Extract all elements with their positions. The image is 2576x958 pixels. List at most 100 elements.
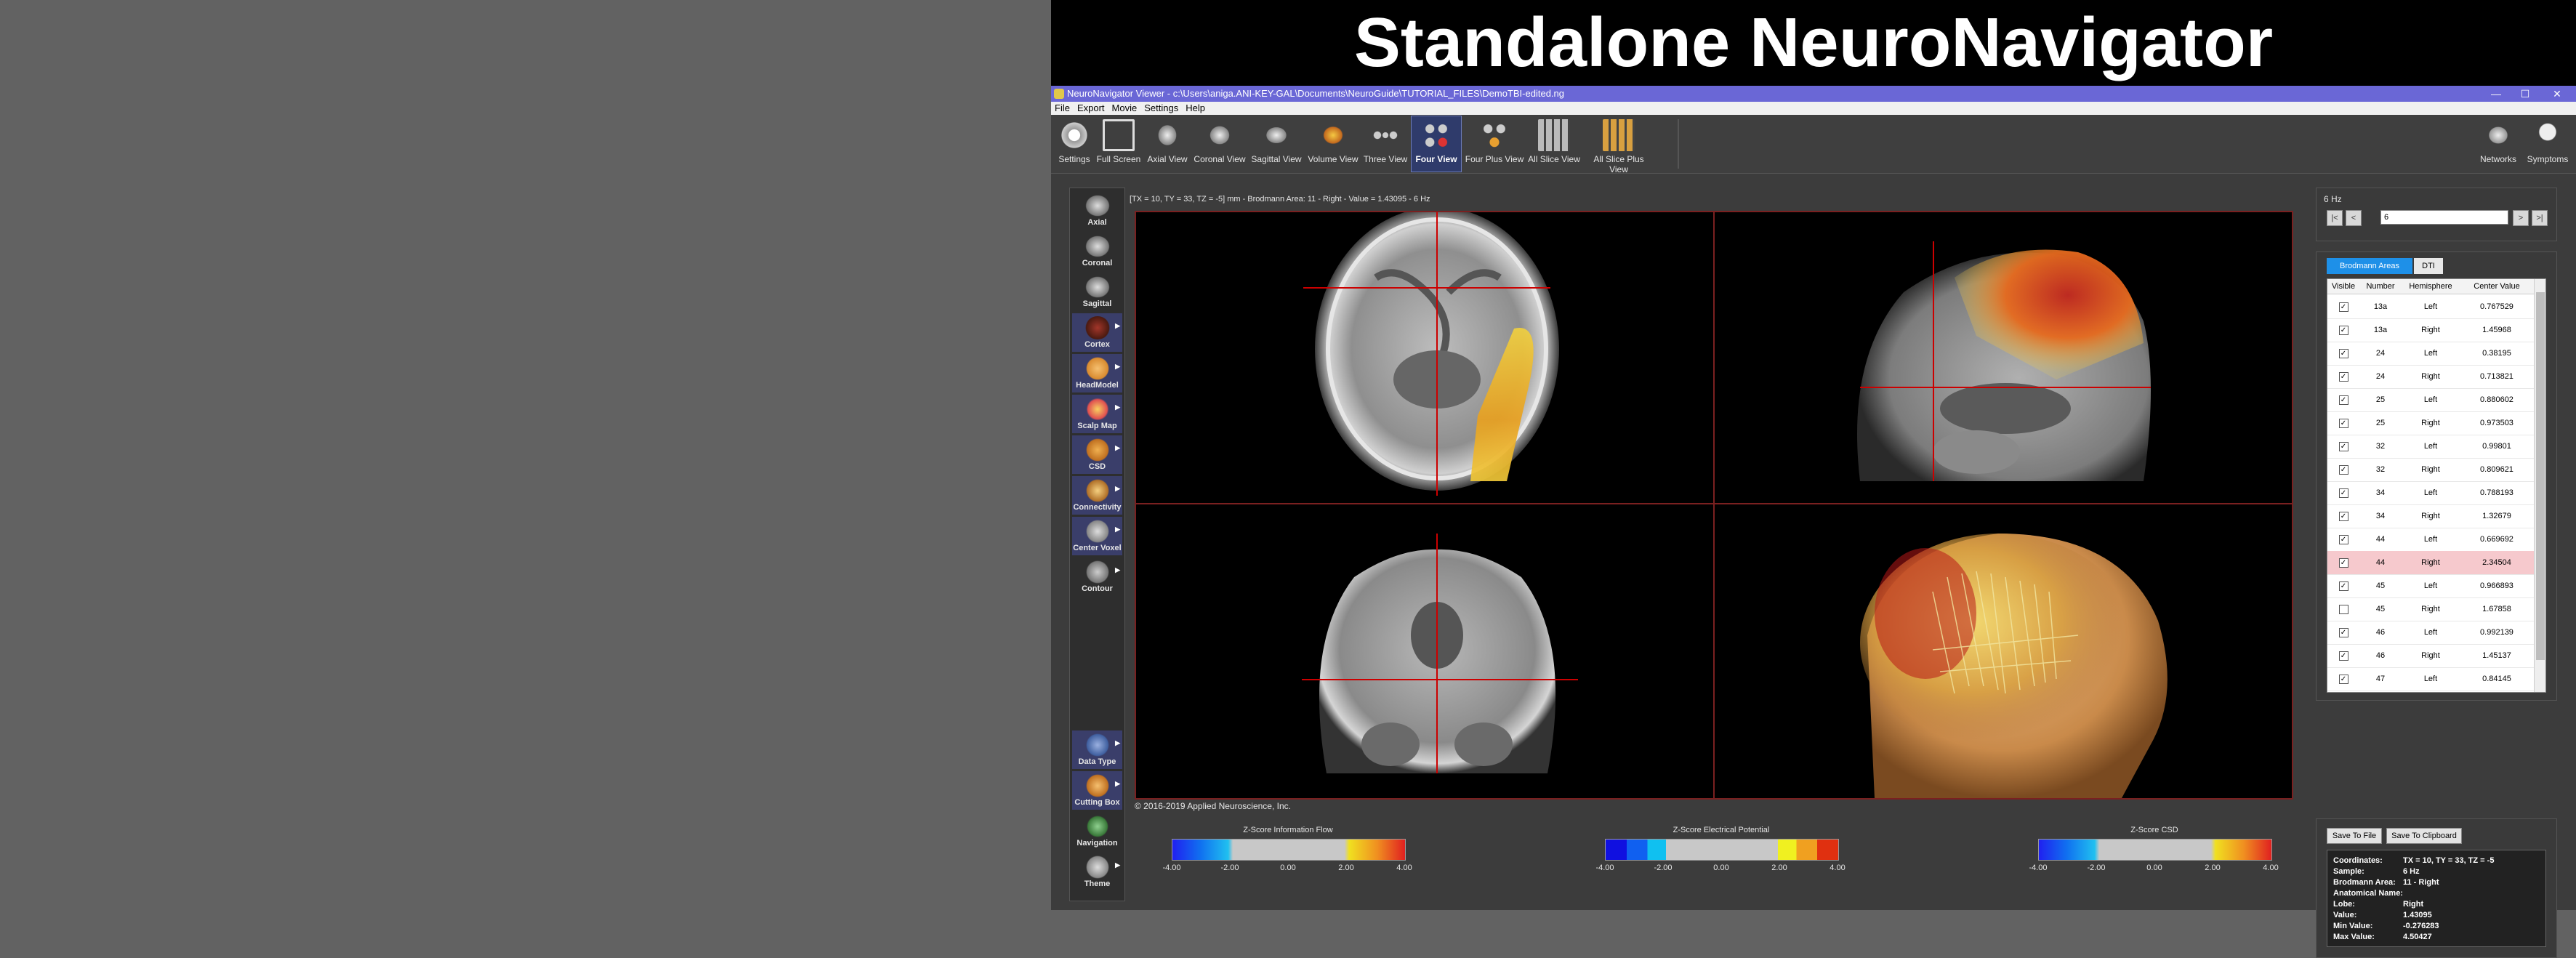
axial-view-pane[interactable] [1136,212,1713,503]
visible-checkbox-cell[interactable]: ✓ [2327,365,2359,388]
prev-frequency-button[interactable]: < [2346,210,2362,226]
visible-checkbox-cell[interactable]: ✓ [2327,295,2359,318]
scrollbar-thumb[interactable] [2536,292,2545,660]
table-scrollbar[interactable] [2534,279,2545,692]
toolbar-coronal-view-button[interactable]: Coronal View [1194,116,1246,172]
visible-checkbox-cell[interactable]: ✓ [2327,621,2359,644]
first-frequency-button[interactable]: |< [2327,210,2343,226]
table-row[interactable]: 45 Right 1.67858 [2327,597,2534,621]
volume-3d-pane[interactable] [1715,504,2292,798]
sidebar-item-cortex[interactable]: Cortex ▶ [1072,313,1122,352]
header-visible[interactable]: Visible [2327,279,2359,294]
table-row[interactable]: ✓ 34 Right 1.32679 [2327,504,2534,528]
sidebar-item-navigation[interactable]: Navigation [1072,812,1122,850]
toolbar-settings-button[interactable]: Settings [1054,116,1095,172]
visible-checkbox-cell[interactable]: ✓ [2327,342,2359,365]
sidebar-item-coronal[interactable]: Coronal [1072,232,1122,270]
visible-checkbox-cell[interactable]: ✓ [2327,388,2359,411]
sidebar-item-headmodel[interactable]: HeadModel ▶ [1072,354,1122,393]
four-view-viewport[interactable] [1135,211,2293,800]
table-row[interactable]: ✓ 25 Left 0.880602 [2327,388,2534,412]
table-row[interactable]: ✓ 24 Right 0.713821 [2327,365,2534,389]
tab-dti[interactable]: DTI [2414,258,2443,274]
save-to-clipboard-button[interactable]: Save To Clipboard [2386,828,2462,844]
visible-checkbox[interactable]: ✓ [2338,674,2348,684]
header-number[interactable]: Number [2359,279,2402,294]
sidebar-item-contour[interactable]: Contour ▶ [1072,558,1122,596]
table-row[interactable]: ✓ 24 Left 0.38195 [2327,342,2534,366]
toolbar-volume-view-button[interactable]: Volume View [1307,116,1359,172]
sidebar-item-cutting-box[interactable]: Cutting Box ▶ [1072,771,1122,810]
sidebar-item-scalp-map[interactable]: Scalp Map ▶ [1072,395,1122,433]
visible-checkbox-cell[interactable]: ✓ [2327,551,2359,574]
minimize-button[interactable]: — [2482,86,2511,102]
visible-checkbox-cell[interactable]: ✓ [2327,504,2359,528]
table-row[interactable]: ✓ 46 Right 1.45137 [2327,644,2534,668]
menu-settings[interactable]: Settings [1140,102,1182,115]
table-row[interactable]: ✓ 32 Right 0.809621 [2327,458,2534,482]
next-frequency-button[interactable]: > [2513,210,2529,226]
toolbar-symptoms-button[interactable]: Symptoms [2524,116,2572,172]
toolbar-all-slice-view-button[interactable]: All Slice View [1528,116,1580,172]
visible-checkbox-cell[interactable]: ✓ [2327,667,2359,691]
visible-checkbox-cell[interactable]: ✓ [2327,528,2359,551]
toolbar-four-plus-view-button[interactable]: Four Plus View [1464,116,1525,172]
toolbar-fullscreen-button[interactable]: Full Screen [1096,116,1141,172]
sidebar-item-axial[interactable]: Axial [1072,191,1122,230]
header-hemisphere[interactable]: Hemisphere [2402,279,2460,294]
visible-checkbox[interactable]: ✓ [2338,348,2348,358]
visible-checkbox-cell[interactable]: ✓ [2327,458,2359,481]
table-row[interactable]: ✓ 13a Left 0.767529 [2327,295,2534,319]
menu-movie[interactable]: Movie [1108,102,1141,115]
sidebar-item-theme[interactable]: Theme ▶ [1072,853,1122,891]
toolbar-axial-view-button[interactable]: Axial View [1144,116,1191,172]
frequency-input[interactable]: 6 [2380,210,2508,225]
visible-checkbox-cell[interactable]: ✓ [2327,318,2359,342]
sidebar-item-center-voxel[interactable]: Center Voxel ▶ [1072,517,1122,555]
visible-checkbox[interactable]: ✓ [2338,441,2348,451]
table-row[interactable]: ✓ 46 Left 0.992139 [2327,621,2534,645]
toolbar-all-slice-plus-view-button[interactable]: All Slice Plus View [1583,116,1654,174]
close-button[interactable]: ✕ [2543,86,2572,102]
table-row[interactable]: ✓ 47 Left 0.84145 [2327,667,2534,691]
table-row[interactable]: ✓ 45 Left 0.966893 [2327,574,2534,598]
table-row[interactable]: ✓ 44 Left 0.669692 [2327,528,2534,552]
visible-checkbox[interactable]: ✓ [2338,581,2348,591]
toolbar-sagittal-view-button[interactable]: Sagittal View [1249,116,1304,172]
visible-checkbox[interactable]: ✓ [2338,558,2348,568]
visible-checkbox[interactable]: ✓ [2338,371,2348,382]
visible-checkbox-cell[interactable]: ✓ [2327,435,2359,458]
sidebar-item-csd[interactable]: CSD ▶ [1072,435,1122,474]
visible-checkbox[interactable]: ✓ [2338,325,2348,335]
sidebar-item-data-type[interactable]: Data Type ▶ [1072,730,1122,769]
visible-checkbox[interactable]: ✓ [2338,651,2348,661]
visible-checkbox[interactable]: ✓ [2338,511,2348,521]
sidebar-item-sagittal[interactable]: Sagittal [1072,273,1122,311]
visible-checkbox[interactable]: ✓ [2338,418,2348,428]
header-center-value[interactable]: Center Value [2460,279,2534,294]
table-row[interactable]: ✓ 44 Right 2.34504 [2327,551,2534,575]
coronal-view-pane[interactable] [1136,504,1713,798]
visible-checkbox[interactable]: ✓ [2338,488,2348,498]
menu-export[interactable]: Export [1074,102,1108,115]
last-frequency-button[interactable]: >| [2532,210,2548,226]
toolbar-three-view-button[interactable]: Three View [1362,116,1409,172]
menu-file[interactable]: File [1051,102,1074,115]
save-to-file-button[interactable]: Save To File [2327,828,2382,844]
visible-checkbox[interactable]: ✓ [2338,627,2348,637]
visible-checkbox[interactable] [2338,604,2348,614]
visible-checkbox[interactable]: ✓ [2338,464,2348,475]
toolbar-networks-button[interactable]: Networks [2476,116,2521,172]
table-row[interactable]: ✓ 25 Right 0.973503 [2327,411,2534,435]
menu-help[interactable]: Help [1182,102,1209,115]
table-row[interactable]: ✓ 34 Left 0.788193 [2327,481,2534,505]
visible-checkbox[interactable]: ✓ [2338,395,2348,405]
table-row[interactable]: ✓ 13a Right 1.45968 [2327,318,2534,342]
table-row[interactable]: ✓ 32 Left 0.99801 [2327,435,2534,459]
sagittal-view-pane[interactable] [1715,212,2292,503]
visible-checkbox[interactable]: ✓ [2338,534,2348,544]
visible-checkbox-cell[interactable]: ✓ [2327,574,2359,597]
tab-brodmann-areas[interactable]: Brodmann Areas [2327,258,2412,274]
visible-checkbox-cell[interactable]: ✓ [2327,411,2359,435]
visible-checkbox-cell[interactable]: ✓ [2327,644,2359,667]
